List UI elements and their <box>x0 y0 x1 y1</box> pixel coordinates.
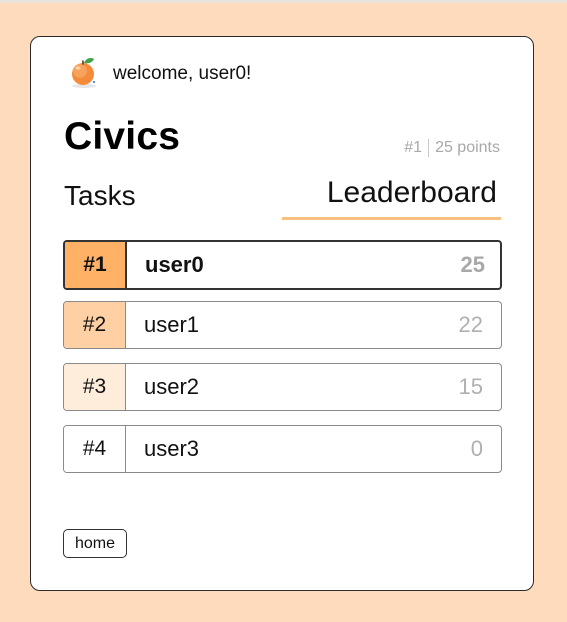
home-button[interactable]: home <box>63 529 128 558</box>
username: user3 <box>144 436 200 461</box>
points-value: 25 <box>460 252 485 277</box>
points-value: 15 <box>458 374 483 399</box>
main-card: welcome, user0! Civics #1 25 points Task… <box>30 36 534 591</box>
tab-leaderboard[interactable]: Leaderboard <box>282 176 501 220</box>
page-title: Civics <box>64 115 181 158</box>
points-label: 25 points <box>435 139 500 156</box>
rank-cell: #2 <box>64 302 126 348</box>
leaderboard-row: #1 user0 25 <box>63 240 502 290</box>
divider <box>428 139 430 157</box>
tab-tasks[interactable]: Tasks <box>64 180 136 212</box>
leaderboard-row: #4 user3 0 <box>63 425 502 473</box>
points-value: 0 <box>470 436 483 461</box>
points-value: 22 <box>458 312 483 337</box>
rank-label: #1 <box>404 139 423 156</box>
rank-cell: #4 <box>64 426 126 472</box>
username: user1 <box>144 312 200 337</box>
leaderboard-row: #3 user2 15 <box>63 363 502 411</box>
rank-summary: #1 25 points <box>404 139 500 157</box>
leaderboard-list: #1 user0 25 #2 user1 22 #3 user2 15 #4 u… <box>63 240 502 487</box>
rank-cell: #3 <box>64 364 126 410</box>
welcome-header: welcome, user0! <box>67 55 251 89</box>
orange-icon <box>72 58 96 88</box>
rank-cell: #1 <box>65 242 127 288</box>
welcome-text: welcome, user0! <box>113 63 252 84</box>
username: user0 <box>145 252 204 277</box>
username: user2 <box>144 374 200 399</box>
leaderboard-row: #2 user1 22 <box>63 301 502 349</box>
